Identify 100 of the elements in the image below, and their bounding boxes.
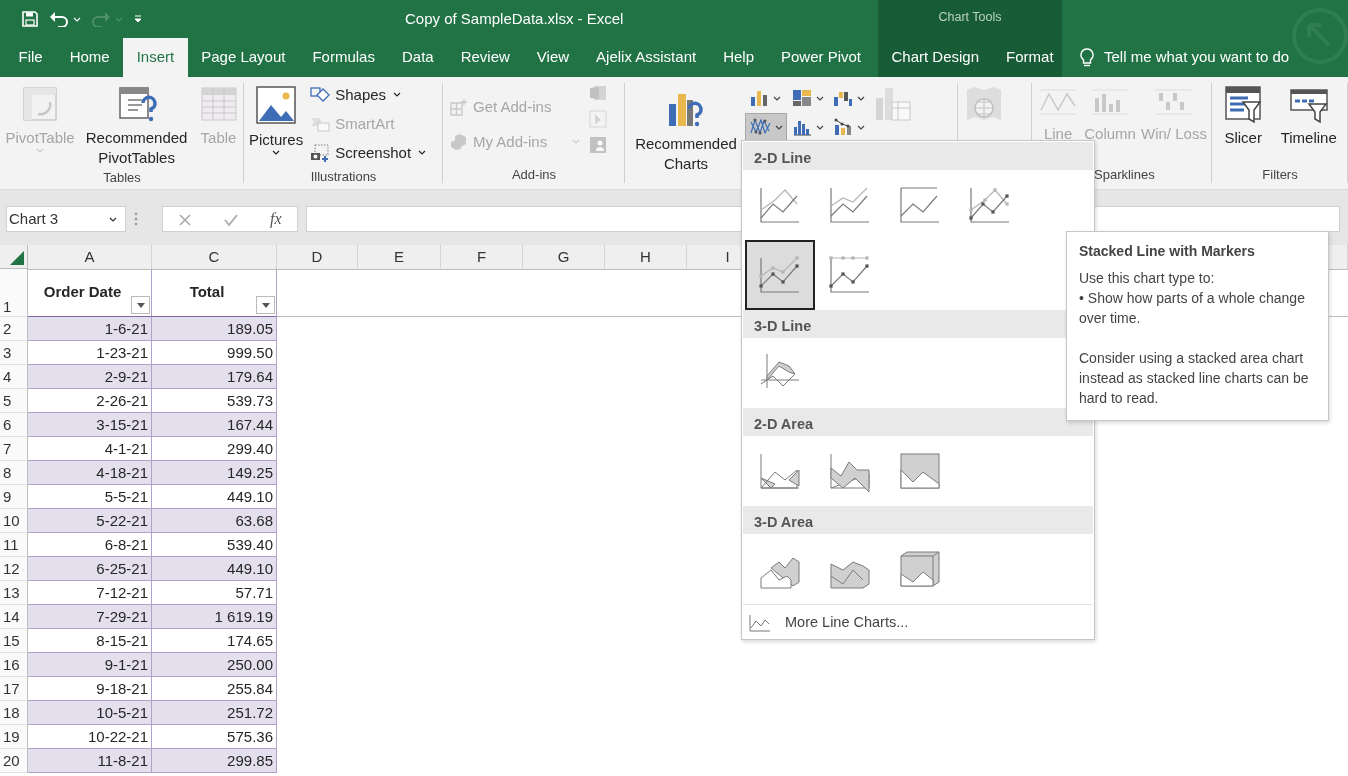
row-header[interactable]: 11 bbox=[0, 533, 28, 557]
line-chart-icon bbox=[749, 117, 771, 137]
ribbon-button[interactable]: Shapes bbox=[306, 80, 431, 109]
row-header[interactable]: 13 bbox=[0, 581, 28, 605]
customize-icon bbox=[133, 14, 143, 24]
row-header[interactable]: 3 bbox=[0, 341, 28, 365]
ribbon-tab[interactable]: Help bbox=[709, 38, 768, 77]
caret-icon bbox=[109, 216, 117, 222]
ribbon-button[interactable]: Pictures bbox=[247, 80, 306, 155]
tooltip-title: Stacked Line with Markers bbox=[1079, 242, 1256, 261]
row-header[interactable]: 2 bbox=[0, 317, 28, 341]
section-header: 2-D Line bbox=[743, 142, 1093, 170]
table-cell: 167.44 bbox=[152, 413, 277, 437]
close-icon bbox=[178, 212, 193, 227]
row-header[interactable]: 15 bbox=[0, 629, 28, 653]
table-icon bbox=[198, 84, 239, 124]
table-cell: 1 619.19 bbox=[152, 605, 277, 629]
table-cell: 10-5-21 bbox=[28, 701, 152, 725]
table-cell: 9-1-21 bbox=[28, 653, 152, 677]
row-header[interactable]: 16 bbox=[0, 653, 28, 677]
caret-icon bbox=[775, 124, 783, 130]
add-in-icon bbox=[589, 85, 608, 101]
row-header[interactable]: 19 bbox=[0, 725, 28, 749]
column-heading: Order Date bbox=[43, 282, 123, 303]
line-chart-icon bbox=[759, 254, 801, 296]
ribbon-tab[interactable]: Page Layout bbox=[187, 38, 299, 77]
screenshot-icon bbox=[310, 143, 331, 162]
row-header[interactable]: 9 bbox=[0, 485, 28, 509]
ribbon-tab[interactable]: File bbox=[5, 38, 57, 77]
table-cell: 449.10 bbox=[152, 557, 277, 581]
ribbon-tab[interactable]: Review bbox=[447, 38, 524, 77]
row-header[interactable]: 12 bbox=[0, 557, 28, 581]
checkmark-icon bbox=[223, 212, 240, 227]
column-header[interactable]: C bbox=[152, 245, 277, 270]
table-cell: 3-15-21 bbox=[28, 413, 152, 437]
caret-icon bbox=[272, 150, 281, 155]
ribbon-tab[interactable]: Data bbox=[388, 38, 448, 77]
row-header[interactable]: 7 bbox=[0, 437, 28, 461]
waterfall-chart-icon bbox=[833, 89, 853, 107]
ribbon-tab[interactable]: Formulas bbox=[298, 38, 389, 77]
row-header[interactable]: 17 bbox=[0, 677, 28, 701]
caret-icon bbox=[572, 139, 581, 144]
add-in-icon bbox=[589, 136, 608, 154]
row-header[interactable]: 5 bbox=[0, 389, 28, 413]
line-chart-icon bbox=[899, 184, 941, 226]
ribbon-button[interactable]: Timeline bbox=[1278, 80, 1339, 148]
ribbon-tab[interactable]: Ajelix Assistant bbox=[582, 38, 710, 77]
column-header[interactable]: D bbox=[277, 245, 358, 270]
table-cell: 5-22-21 bbox=[28, 509, 152, 533]
ribbon-button[interactable]: Recommended PivotTables bbox=[78, 80, 195, 168]
column-header[interactable]: H bbox=[605, 245, 687, 270]
name-box[interactable]: Chart 3 bbox=[6, 206, 126, 232]
row-header[interactable]: 1 bbox=[0, 269, 28, 317]
caret-icon bbox=[115, 16, 123, 22]
ribbon-tab[interactable]: Chart Design bbox=[878, 38, 993, 77]
line-chart-icon bbox=[829, 254, 871, 296]
shapes-icon bbox=[310, 85, 331, 104]
ribbon-tab[interactable]: Home bbox=[56, 38, 124, 77]
group-label: Illustrations bbox=[309, 168, 378, 186]
ribbon-button[interactable]: Screenshot bbox=[306, 138, 431, 167]
ribbon-tab[interactable]: Power Pivot bbox=[767, 38, 875, 77]
ribbon-tab[interactable]: View bbox=[523, 38, 583, 77]
column-header[interactable]: E bbox=[358, 245, 441, 270]
line-chart-icon bbox=[749, 613, 771, 632]
slicer-icon bbox=[1223, 84, 1264, 124]
table-cell: 250.00 bbox=[152, 653, 277, 677]
chart-type-button[interactable] bbox=[745, 113, 787, 141]
row-header[interactable]: 18 bbox=[0, 701, 28, 725]
table-cell: 11-8-21 bbox=[28, 749, 152, 773]
table-cell: 6-25-21 bbox=[28, 557, 152, 581]
grip-icon bbox=[134, 212, 138, 226]
combo-chart-icon bbox=[833, 118, 853, 136]
row-header[interactable]: 20 bbox=[0, 749, 28, 773]
ribbon-tab[interactable]: Insert bbox=[123, 38, 188, 77]
ribbon-button[interactable]: Slicer bbox=[1221, 80, 1266, 148]
row-header[interactable]: 6 bbox=[0, 413, 28, 437]
filter-button[interactable] bbox=[256, 296, 275, 314]
row-header[interactable]: 14 bbox=[0, 605, 28, 629]
row-header[interactable]: 10 bbox=[0, 509, 28, 533]
column-header[interactable]: G bbox=[523, 245, 605, 270]
column-header[interactable]: F bbox=[441, 245, 523, 270]
insert-function-button[interactable]: fx bbox=[270, 207, 282, 231]
redo-icon bbox=[91, 11, 111, 27]
row-header[interactable]: 8 bbox=[0, 461, 28, 485]
more-charts-link[interactable]: More Line Charts... bbox=[743, 604, 1093, 641]
ribbon-button[interactable]: Recommended Charts bbox=[628, 84, 744, 174]
chart-type-option[interactable] bbox=[745, 240, 815, 310]
filter-button[interactable] bbox=[131, 296, 150, 314]
row-header[interactable]: 4 bbox=[0, 365, 28, 389]
column-header[interactable]: A bbox=[28, 245, 152, 270]
section-header: 3-D Area bbox=[743, 506, 1093, 534]
lightbulb-icon bbox=[1080, 47, 1094, 68]
window-title: Copy of SampleData.xlsx - Excel bbox=[405, 8, 624, 29]
caret-icon bbox=[773, 95, 781, 101]
smartart-icon bbox=[310, 115, 331, 132]
caret-icon bbox=[816, 124, 824, 130]
group-label: Tables bbox=[102, 169, 142, 187]
table-cell: 189.05 bbox=[152, 317, 277, 341]
table-cell: 149.25 bbox=[152, 461, 277, 485]
caret-icon bbox=[261, 302, 270, 308]
